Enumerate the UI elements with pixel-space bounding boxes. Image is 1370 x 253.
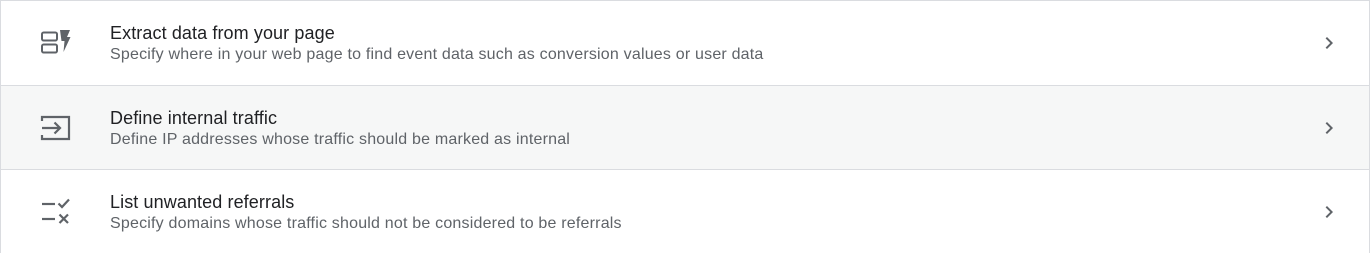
settings-list: Extract data from your page Specify wher… bbox=[0, 0, 1370, 253]
chevron-right-icon[interactable] bbox=[1317, 116, 1341, 140]
list-unwanted-referrals-text: List unwanted referrals Specify domains … bbox=[110, 190, 622, 234]
define-internal-traffic-title: Define internal traffic bbox=[110, 107, 278, 128]
list-unwanted-referrals-row[interactable]: List unwanted referrals Specify domains … bbox=[1, 169, 1369, 253]
define-internal-traffic-row[interactable]: Define internal traffic Define IP addres… bbox=[1, 85, 1369, 169]
list-unwanted-referrals-description: Specify domains whose traffic should not… bbox=[110, 214, 622, 232]
extract-data-text: Extract data from your page Specify wher… bbox=[110, 21, 764, 65]
define-internal-traffic-text: Define internal traffic Define IP addres… bbox=[110, 106, 570, 150]
define-internal-traffic-description: Define IP addresses whose traffic should… bbox=[110, 130, 571, 148]
login-arrow-icon bbox=[38, 110, 74, 146]
extract-data-row[interactable]: Extract data from your page Specify wher… bbox=[1, 1, 1369, 85]
extract-data-description: Specify where in your web page to find e… bbox=[110, 46, 764, 63]
list-unwanted-referrals-title: List unwanted referrals bbox=[110, 191, 295, 212]
extract-data-icon bbox=[38, 25, 74, 61]
extract-data-title: Extract data from your page bbox=[110, 23, 335, 43]
chevron-right-icon[interactable] bbox=[1317, 31, 1341, 55]
rule-check-icon bbox=[38, 194, 74, 230]
chevron-right-icon[interactable] bbox=[1317, 200, 1341, 224]
